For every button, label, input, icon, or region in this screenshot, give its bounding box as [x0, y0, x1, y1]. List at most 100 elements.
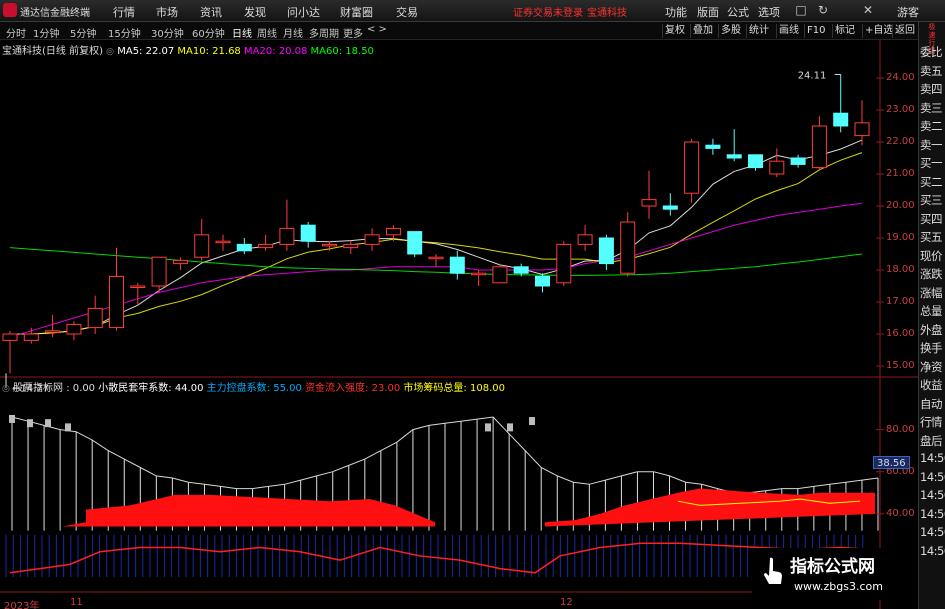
candle-body [833, 112, 849, 127]
candle-body [428, 256, 444, 260]
period-15min[interactable]: 15分钟 [108, 25, 141, 40]
indicator-tick-label: 40.00 [886, 507, 915, 519]
period-60min[interactable]: 60分钟 [192, 25, 225, 40]
chart-canvas[interactable]: 24.11←14.77 [0, 40, 918, 609]
sidebar-item[interactable]: 14:50 [920, 525, 945, 539]
inflow-value: 23.00 [371, 383, 401, 394]
period-30min[interactable]: 30分钟 [151, 25, 184, 40]
sidebar-item[interactable]: 买五 [920, 229, 943, 245]
sidebar-item[interactable]: 14:50 [920, 451, 945, 465]
inflow-label: 资金流入强度: [305, 383, 369, 394]
period-weekly[interactable]: 周线 [257, 25, 277, 40]
sidebar-item[interactable]: 14:50 [920, 470, 945, 484]
sidebar-item[interactable]: 涨幅 [920, 285, 943, 301]
period-multi[interactable]: 多周期 [309, 25, 339, 40]
sidebar-item[interactable]: 净资 [920, 359, 943, 375]
high-price-label: 24.11 [798, 70, 827, 81]
sidebar-item[interactable]: 卖三 [920, 100, 943, 116]
period-daily[interactable]: 日线 [232, 25, 252, 40]
candle-body [364, 234, 380, 245]
candle-body [449, 256, 465, 274]
candle-body [492, 266, 508, 284]
menu-ask[interactable]: 问小达 [287, 4, 320, 20]
sidebar-item[interactable]: 卖五 [920, 63, 943, 79]
circle-icon[interactable]: ◎ [106, 47, 114, 57]
sidebar-item[interactable]: 14:50 [920, 544, 945, 558]
period-monthly[interactable]: 月线 [283, 25, 303, 40]
ma20-label: MA20: 20.08 [243, 46, 308, 57]
candle-body [662, 205, 678, 210]
candle-body [556, 243, 572, 284]
ma60-label: MA60: 18.50 [310, 46, 374, 57]
sidebar-item[interactable]: 买四 [920, 211, 943, 227]
date-label-nov: 11 [70, 597, 83, 608]
price-tick-label: 15.00 [886, 360, 915, 371]
sidebar-item[interactable]: 买二 [920, 174, 943, 190]
sidebar-item[interactable]: 外盘 [920, 322, 943, 338]
candle-body [215, 240, 231, 244]
sidebar-item[interactable]: 卖二 [920, 118, 943, 134]
sidebar-item[interactable]: 14:50 [920, 488, 945, 502]
candle-body [790, 157, 806, 165]
overlay-button[interactable]: 叠加 [690, 24, 715, 38]
period-5min[interactable]: 5分钟 [70, 25, 96, 40]
candle-body [2, 333, 18, 341]
retail-value: 44.00 [174, 383, 204, 394]
indicator-name[interactable]: 股票指标网 [13, 383, 63, 394]
period-timeshare[interactable]: 分时 [6, 25, 26, 40]
menu-layout[interactable]: 版面 [697, 4, 719, 20]
sidebar-item[interactable]: 现价 [920, 248, 943, 264]
price-tick-label: 17.00 [886, 296, 915, 307]
menu-trade[interactable]: 交易 [396, 4, 418, 20]
chips-label: 市场筹码总量: [403, 383, 467, 394]
candle-body [748, 154, 763, 169]
login-status[interactable]: 证券交易未登录 [513, 4, 583, 19]
f10-button[interactable]: F10 [804, 24, 827, 38]
menu-wealth[interactable]: 财富圈 [340, 4, 373, 20]
menu-formula[interactable]: 公式 [727, 4, 749, 20]
period-more[interactable]: 更多 [343, 25, 363, 40]
sidebar-item[interactable]: 卖四 [920, 81, 943, 97]
sidebar-item[interactable]: 卖一 [920, 137, 943, 153]
chip-peak-marker [485, 423, 491, 432]
menu-functions[interactable]: 功能 [665, 4, 687, 20]
menu-options[interactable]: 选项 [758, 4, 780, 20]
sidebar-item[interactable]: 收益 [920, 377, 943, 393]
back-button[interactable]: 返回 [892, 24, 917, 38]
mark-button[interactable]: 标记 [832, 24, 857, 38]
candle-body [279, 227, 295, 245]
sidebar-item[interactable]: 盘后 [920, 433, 943, 449]
sidebar-item[interactable]: 自动 [920, 396, 943, 412]
price-tick-label: 22.00 [886, 136, 915, 147]
close-icon[interactable]: ✕ [860, 2, 876, 18]
menu-discover[interactable]: 发现 [244, 4, 266, 20]
add-watchlist-button[interactable]: +自选 [862, 24, 895, 38]
ma10-label: MA10: 21.68 [177, 46, 241, 57]
menu-quotes[interactable]: 行情 [113, 4, 135, 20]
fullscreen-icon[interactable]: □ [793, 2, 809, 18]
sidebar-item[interactable]: 总量 [920, 303, 943, 319]
refresh-icon[interactable]: ↻ [815, 2, 831, 18]
candle-body [513, 266, 529, 274]
price-tick-label: 23.00 [886, 104, 915, 115]
hand-pointer-icon [764, 557, 782, 584]
menu-news[interactable]: 资讯 [200, 4, 222, 20]
period-nav-arrows[interactable]: < > [367, 24, 387, 35]
adjust-button[interactable]: 复权 [662, 24, 687, 38]
statistics-button[interactable]: 统计 [746, 24, 771, 38]
sidebar-item[interactable]: 14:50 [920, 507, 945, 521]
sidebar-item[interactable]: 涨跌 [920, 266, 943, 282]
circle-icon[interactable]: ◎ [2, 384, 10, 394]
draw-line-button[interactable]: 画线 [776, 24, 801, 38]
sidebar-item[interactable]: 委比 [920, 44, 943, 60]
menu-market[interactable]: 市场 [156, 4, 178, 20]
guest-login-button[interactable]: 游客 [897, 4, 919, 20]
main-control-line [9, 542, 876, 574]
sidebar-item[interactable]: 买一 [920, 155, 943, 171]
multi-stock-button[interactable]: 多股 [718, 24, 743, 38]
sidebar-item[interactable]: 买三 [920, 192, 943, 208]
period-toolbar: 分时 1分钟 5分钟 15分钟 30分钟 60分钟 日线 周线 月线 多周期 更… [0, 22, 918, 40]
period-1min[interactable]: 1分钟 [33, 25, 59, 40]
sidebar-item[interactable]: 行情 [920, 414, 943, 430]
sidebar-item[interactable]: 换手 [920, 340, 943, 356]
